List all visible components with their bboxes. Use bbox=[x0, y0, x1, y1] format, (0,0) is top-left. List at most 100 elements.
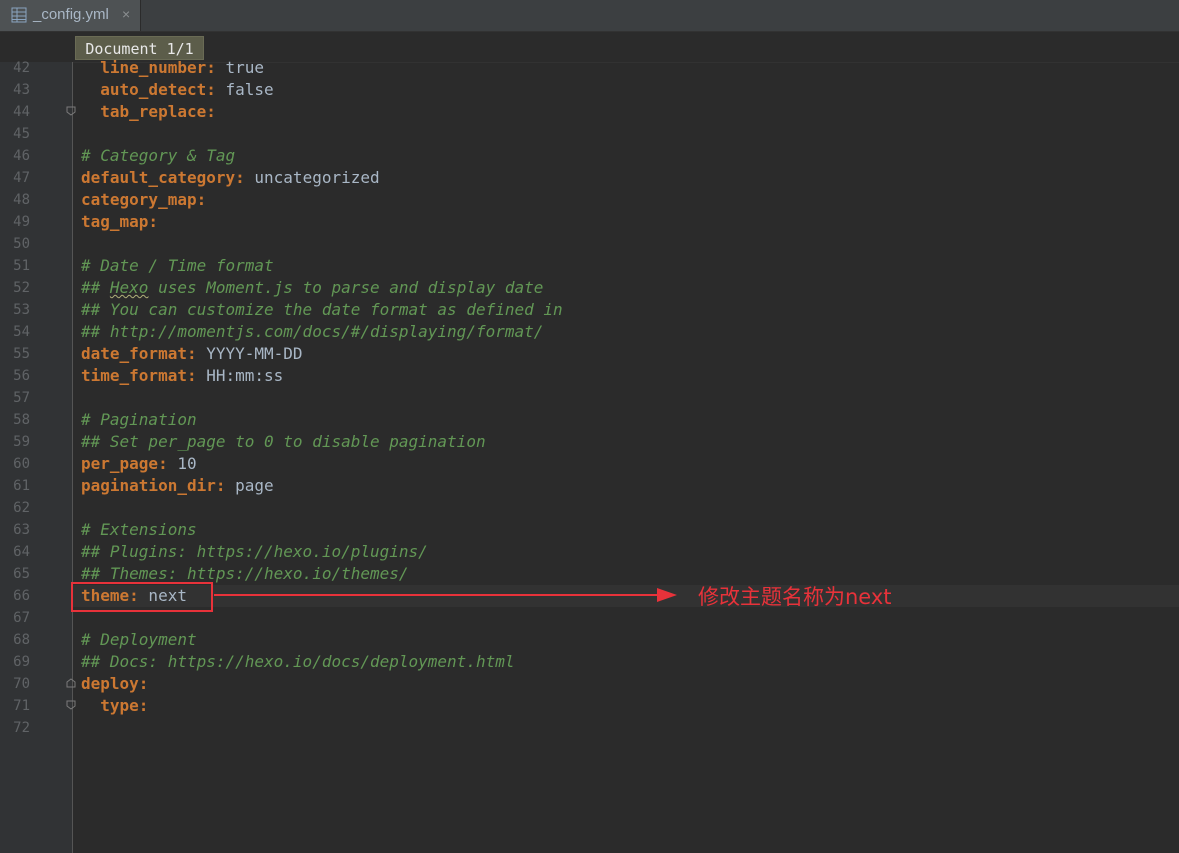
yaml-comment: ## Docs: https://hexo.io/docs/deployment… bbox=[81, 652, 515, 671]
line-number: 44 bbox=[13, 104, 30, 120]
yaml-key: default_category: bbox=[81, 168, 245, 187]
line-number: 54 bbox=[13, 324, 30, 340]
code-line[interactable]: date_format: YYYY-MM-DD bbox=[81, 343, 1179, 365]
code-line[interactable]: # Pagination bbox=[81, 409, 1179, 431]
yaml-value bbox=[81, 58, 100, 77]
yaml-value: page bbox=[225, 476, 274, 495]
editor-tab-bar: _config.yml × bbox=[0, 0, 1179, 32]
line-number: 50 bbox=[13, 236, 30, 252]
fold-end-icon[interactable] bbox=[66, 106, 76, 116]
line-number: 62 bbox=[13, 500, 30, 516]
code-line[interactable] bbox=[81, 717, 1179, 739]
yaml-comment: ## Plugins: https://hexo.io/plugins/ bbox=[81, 542, 428, 561]
yaml-comment: # Deployment bbox=[81, 630, 197, 649]
tab-label: _config.yml bbox=[33, 6, 109, 23]
code-line[interactable]: # Category & Tag bbox=[81, 145, 1179, 167]
line-numbers: 42 43 44 45 46 47 48 49 50 51 52 53 54 55 56 57 58 59 60 61… bbox=[0, 57, 30, 739]
code-line[interactable]: ## Set per_page to 0 to disable paginati… bbox=[81, 431, 1179, 453]
line-number: 58 bbox=[13, 412, 30, 428]
line-number: 70 bbox=[13, 676, 30, 692]
code-line[interactable]: ## Plugins: https://hexo.io/plugins/ bbox=[81, 541, 1179, 563]
code-line[interactable]: line_number: true bbox=[81, 57, 1179, 79]
yaml-comment: ## You can customize the date format as … bbox=[81, 300, 563, 319]
line-number: 64 bbox=[13, 544, 30, 560]
code-line[interactable]: ## Hexo uses Moment.js to parse and disp… bbox=[81, 277, 1179, 299]
yaml-key: category_map: bbox=[81, 190, 207, 209]
fold-end-icon[interactable] bbox=[66, 700, 76, 710]
line-number: 53 bbox=[13, 302, 30, 318]
line-number: 48 bbox=[13, 192, 30, 208]
yaml-key: deploy: bbox=[81, 674, 149, 693]
yaml-comment: ## Themes: https://hexo.io/themes/ bbox=[81, 564, 409, 583]
code-line[interactable] bbox=[81, 387, 1179, 409]
tab-config-yml[interactable]: _config.yml × bbox=[0, 0, 141, 31]
close-icon[interactable]: × bbox=[122, 6, 130, 22]
annotation-text: 修改主题名称为next bbox=[698, 585, 892, 609]
code-line[interactable]: tag_map: bbox=[81, 211, 1179, 233]
yaml-value bbox=[81, 102, 100, 121]
line-number: 51 bbox=[13, 258, 30, 274]
line-number: 59 bbox=[13, 434, 30, 450]
line-number: 46 bbox=[13, 148, 30, 164]
yaml-comment: uses Moment.js to parse and display date bbox=[148, 278, 544, 297]
code-line[interactable]: tab_replace: bbox=[81, 101, 1179, 123]
yaml-value: false bbox=[215, 80, 274, 99]
code-line[interactable]: category_map: bbox=[81, 189, 1179, 211]
code-line[interactable]: ## Docs: https://hexo.io/docs/deployment… bbox=[81, 651, 1179, 673]
code-line[interactable]: # Date / Time format bbox=[81, 255, 1179, 277]
line-number: 52 bbox=[13, 280, 30, 296]
yaml-value: YYYY-MM-DD bbox=[196, 344, 303, 363]
line-number: 45 bbox=[13, 126, 30, 142]
code-line[interactable]: auto_detect: false bbox=[81, 79, 1179, 101]
code-line[interactable]: time_format: HH:mm:ss bbox=[81, 365, 1179, 387]
yaml-value: HH:mm:ss bbox=[196, 366, 284, 385]
code-line[interactable]: ## You can customize the date format as … bbox=[81, 299, 1179, 321]
yaml-comment: Hexo bbox=[109, 278, 149, 297]
line-number: 49 bbox=[13, 214, 30, 230]
code-line[interactable] bbox=[81, 123, 1179, 145]
code-line[interactable]: ## Themes: https://hexo.io/themes/ bbox=[81, 563, 1179, 585]
line-number: 57 bbox=[13, 390, 30, 406]
line-number: 72 bbox=[13, 720, 30, 736]
code-line[interactable]: type: bbox=[81, 695, 1179, 717]
yaml-key: auto_detect: bbox=[100, 80, 216, 99]
line-number: 66 bbox=[13, 588, 30, 604]
line-number: 61 bbox=[13, 478, 30, 494]
yaml-key: time_format: bbox=[81, 366, 197, 385]
yaml-key: tab_replace: bbox=[100, 102, 216, 121]
line-number: 68 bbox=[13, 632, 30, 648]
yaml-file-icon bbox=[11, 7, 27, 23]
code-line[interactable]: pagination_dir: page bbox=[81, 475, 1179, 497]
code-line[interactable]: # Extensions bbox=[81, 519, 1179, 541]
code-editor[interactable]: line_number: true auto_detect: false tab… bbox=[81, 57, 1179, 739]
code-line[interactable]: default_category: uncategorized bbox=[81, 167, 1179, 189]
yaml-key: line_number: bbox=[100, 58, 216, 77]
annotation-highlight-box bbox=[71, 582, 213, 612]
line-number: 47 bbox=[13, 170, 30, 186]
fold-start-icon[interactable] bbox=[66, 678, 76, 688]
line-number: 56 bbox=[13, 368, 30, 384]
code-line[interactable] bbox=[81, 233, 1179, 255]
yaml-key: per_page: bbox=[81, 454, 168, 473]
code-line[interactable]: deploy: bbox=[81, 673, 1179, 695]
annotation-arrow-icon bbox=[214, 588, 677, 602]
code-line[interactable]: per_page: 10 bbox=[81, 453, 1179, 475]
yaml-key: date_format: bbox=[81, 344, 197, 363]
yaml-comment: # Category & Tag bbox=[81, 146, 236, 165]
line-number: 65 bbox=[13, 566, 30, 582]
yaml-comment: # Extensions bbox=[81, 520, 197, 539]
yaml-key: pagination_dir: bbox=[81, 476, 226, 495]
yaml-comment: # Pagination bbox=[81, 410, 197, 429]
yaml-comment: # Date / Time format bbox=[81, 256, 274, 275]
code-line[interactable]: ## http://momentjs.com/docs/#/displaying… bbox=[81, 321, 1179, 343]
line-number: 55 bbox=[13, 346, 30, 362]
code-line[interactable]: # Deployment bbox=[81, 629, 1179, 651]
yaml-comment: ## Set per_page to 0 to disable paginati… bbox=[81, 432, 486, 451]
line-number: 43 bbox=[13, 82, 30, 98]
yaml-key: tag_map: bbox=[81, 212, 159, 231]
code-line[interactable] bbox=[81, 607, 1179, 629]
code-line[interactable] bbox=[81, 497, 1179, 519]
line-number: 42 bbox=[13, 60, 30, 76]
line-number: 69 bbox=[13, 654, 30, 670]
yaml-value: 10 bbox=[167, 454, 197, 473]
